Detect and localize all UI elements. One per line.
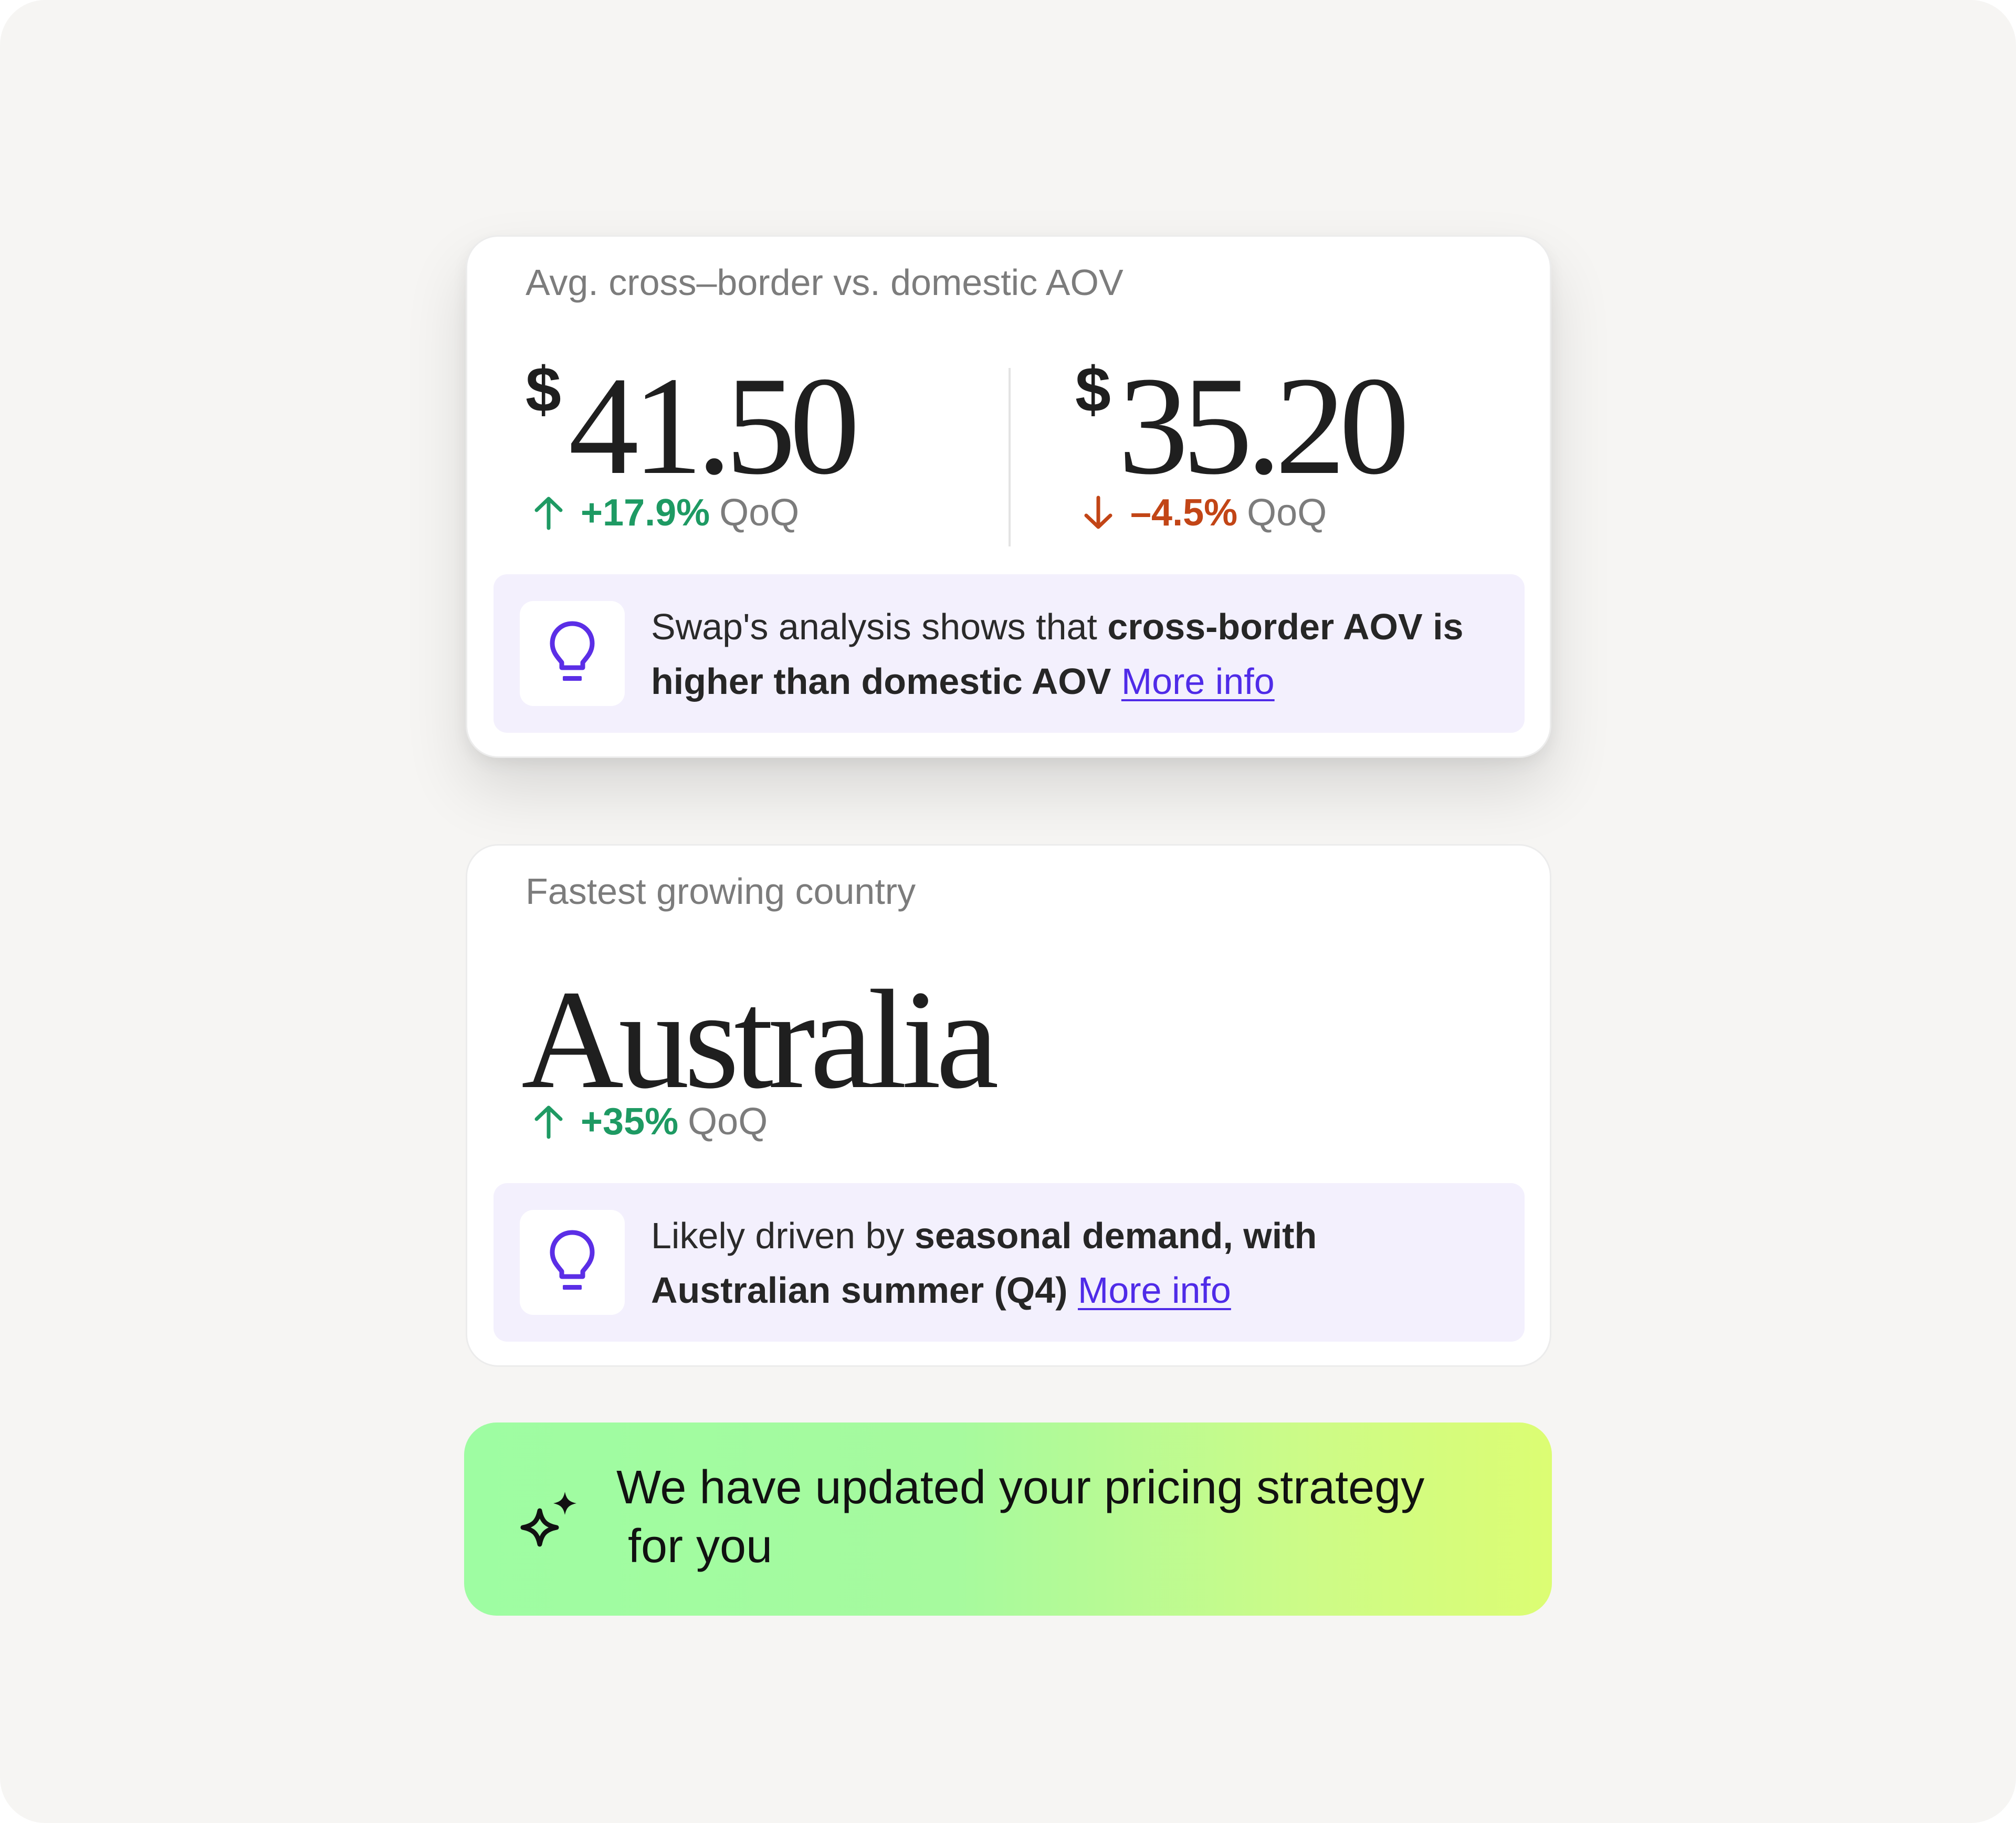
arrow-up-icon	[534, 1105, 563, 1139]
country-insight-text: Likely driven by seasonal demand, with A…	[651, 1208, 1502, 1318]
country-change: +35% QoQ	[530, 1103, 768, 1141]
arrow-down-icon	[1084, 496, 1112, 529]
cross-border-aov-number: 41.50	[568, 347, 860, 503]
aov-insight-text: Swap's analysis shows that cross-border …	[651, 599, 1502, 709]
insight-text-prefix: Swap's analysis shows that	[651, 606, 1108, 647]
domestic-aov-number: 35.20	[1118, 347, 1410, 503]
more-info-link[interactable]: More info	[1121, 661, 1275, 702]
aov-card: Avg. cross–border vs. domestic AOV $ 41.…	[466, 235, 1551, 758]
lightbulb-icon	[520, 1210, 625, 1315]
currency-symbol: $	[526, 354, 561, 425]
cross-border-aov-change: +17.9% QoQ	[530, 494, 799, 532]
cross-border-aov-value: $ 41.50	[526, 352, 860, 496]
metric-divider	[1009, 368, 1011, 546]
banner-text: We have updated your pricing strategy fo…	[616, 1458, 1530, 1576]
aov-insight-box: Swap's analysis shows that cross-border …	[494, 574, 1525, 733]
change-percent: +35%	[581, 1101, 679, 1143]
change-period: QoQ	[719, 492, 800, 534]
banner-text-line2: for you	[628, 1520, 773, 1573]
banner-text-line1: We have updated your pricing strategy	[616, 1461, 1425, 1514]
change-percent: +17.9%	[581, 492, 710, 534]
domestic-aov-change: –4.5% QoQ	[1080, 494, 1327, 532]
aov-card-label: Avg. cross–border vs. domestic AOV	[526, 262, 1124, 303]
country-card-label: Fastest growing country	[526, 871, 916, 912]
domestic-aov-value: $ 35.20	[1075, 352, 1410, 496]
country-name: Australia	[521, 961, 999, 1118]
insight-text-prefix: Likely driven by	[651, 1215, 915, 1256]
lightbulb-icon	[520, 601, 625, 706]
country-insight-box: Likely driven by seasonal demand, with A…	[494, 1183, 1525, 1342]
background-panel: Avg. cross–border vs. domestic AOV $ 41.…	[0, 0, 2016, 1823]
arrow-up-icon	[534, 497, 563, 530]
country-card: Fastest growing country Australia +35% Q…	[466, 844, 1551, 1367]
sparkle-icon	[520, 1492, 576, 1547]
more-info-link[interactable]: More info	[1078, 1270, 1231, 1311]
change-period: QoQ	[688, 1101, 768, 1143]
currency-symbol: $	[1075, 354, 1111, 425]
change-period: QoQ	[1247, 492, 1327, 534]
pricing-strategy-banner[interactable]: We have updated your pricing strategy fo…	[464, 1422, 1552, 1616]
change-percent: –4.5%	[1130, 492, 1238, 534]
